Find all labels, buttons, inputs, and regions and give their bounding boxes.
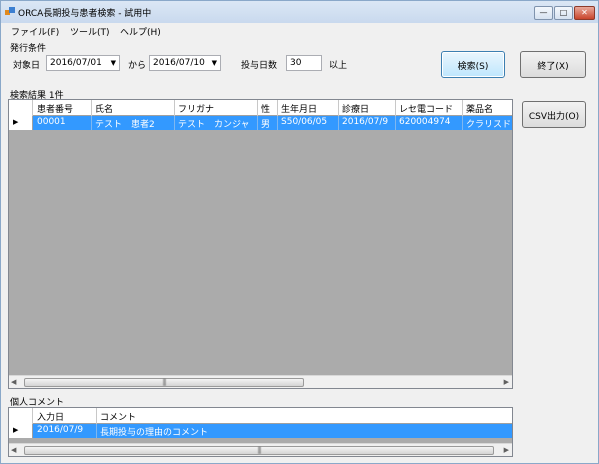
scrollbar-thumb[interactable]: ||| [24,446,494,455]
scroll-right-icon[interactable]: ▶ [504,378,509,386]
column-header[interactable]: 氏名 [92,100,175,116]
menu-file[interactable]: ファイル(F) [11,25,59,38]
column-header[interactable]: 入力日 [34,408,97,424]
column-header[interactable]: コメント [97,408,512,424]
cell-sex[interactable]: 男 [258,116,278,130]
column-header[interactable]: 薬品名 [463,100,512,116]
title-bar[interactable]: ORCA長期投与患者検索 - 試用中 — □ ✕ [1,1,598,23]
app-icon [5,7,15,17]
row-header[interactable]: ▶ [9,116,33,130]
maximize-icon: □ [559,8,568,17]
row-pointer-icon: ▶ [13,426,19,434]
scroll-left-icon[interactable]: ◀ [11,446,16,454]
csv-export-button[interactable]: CSV出力(O) [522,101,586,128]
column-header[interactable]: フリガナ [175,100,258,116]
scrollbar-thumb[interactable]: ||| [24,378,304,387]
days-label: 投与日数 [241,61,278,71]
exit-button-label: 終了(X) [537,62,569,72]
date-label: 対象日 [13,61,41,71]
cell-patient-number[interactable]: 00001 [34,116,92,130]
grip-icon: ||| [161,378,167,386]
cell-furigana[interactable]: テスト カンジャ [175,116,258,130]
dropdown-arrow-icon: ▼ [110,59,116,67]
comments-header: 入力日 コメント [9,408,512,424]
dropdown-arrow-icon: ▼ [211,59,217,67]
results-header: 患者番号 氏名 フリガナ 性 生年月日 診療日 レセ電コード 薬品名 [9,100,512,116]
menu-help[interactable]: ヘルプ(H) [120,25,161,38]
table-row[interactable]: ▶ 00001 テスト 患者2 テスト カンジャ 男 S50/06/05 201… [9,116,512,130]
window-title: ORCA長期投与患者検索 - 試用中 [18,9,152,19]
grip-icon: ||| [256,446,262,454]
close-button[interactable]: ✕ [574,6,595,20]
minimize-icon: — [539,8,548,17]
cell-name[interactable]: テスト 患者2 [92,116,175,130]
row-pointer-icon: ▶ [13,118,19,126]
column-header[interactable]: 生年月日 [278,100,339,116]
column-header[interactable]: 性 [258,100,278,116]
minimize-button[interactable]: — [534,6,553,20]
results-horizontal-scrollbar[interactable]: ◀ ||| ▶ [9,375,512,388]
date-to-picker[interactable]: 2016/07/10 ▼ [149,55,221,71]
column-header[interactable]: 診療日 [339,100,396,116]
exit-button[interactable]: 終了(X) [520,51,586,78]
date-from-picker[interactable]: 2016/07/01 ▼ [46,55,120,71]
search-button-label: 検索(S) [457,62,489,72]
results-grid[interactable]: 患者番号 氏名 フリガナ 性 生年月日 診療日 レセ電コード 薬品名 ▶ 000… [8,99,513,389]
days-suffix: 以上 [329,61,348,71]
cell-birthdate[interactable]: S50/06/05 [278,116,339,130]
conditions-group-label: 発行条件 [10,44,47,54]
column-header[interactable]: レセ電コード [396,100,463,116]
menu-tools[interactable]: ツール(T) [70,25,110,38]
cell-visit-date[interactable]: 2016/07/9 [339,116,396,130]
days-input[interactable]: 30 [286,55,322,71]
date-to-value: 2016/07/10 [153,58,205,68]
comments-grid[interactable]: 入力日 コメント ▶ 2016/07/9 長期投与の理由のコメント ◀ ||| … [8,407,513,457]
search-button[interactable]: 検索(S) [441,51,505,78]
column-header[interactable]: 患者番号 [34,100,92,116]
from-label: から [128,61,147,71]
csv-export-button-label: CSV出力(O) [528,112,580,122]
maximize-button[interactable]: □ [554,6,573,20]
main-window: ORCA長期投与患者検索 - 試用中 — □ ✕ ファイル(F) ツール(T) … [0,0,599,464]
row-header[interactable]: ▶ [9,424,33,438]
close-icon: ✕ [581,8,588,17]
days-value: 30 [290,58,302,68]
comments-header-corner [9,408,33,424]
cell-receipt-code[interactable]: 620004974 [396,116,463,130]
results-header-corner [9,100,33,116]
comments-horizontal-scrollbar[interactable]: ◀ ||| ▶ [9,443,512,456]
scroll-right-icon[interactable]: ▶ [504,446,509,454]
cell-comment[interactable]: 長期投与の理由のコメント [97,424,512,438]
scroll-left-icon[interactable]: ◀ [11,378,16,386]
date-from-value: 2016/07/01 [50,58,102,68]
cell-input-date[interactable]: 2016/07/9 [34,424,97,438]
cell-drug-name[interactable]: クラリスドライ [463,116,512,130]
table-row[interactable]: ▶ 2016/07/9 長期投与の理由のコメント [9,424,512,438]
menu-bar: ファイル(F) ツール(T) ヘルプ(H) [2,23,598,39]
